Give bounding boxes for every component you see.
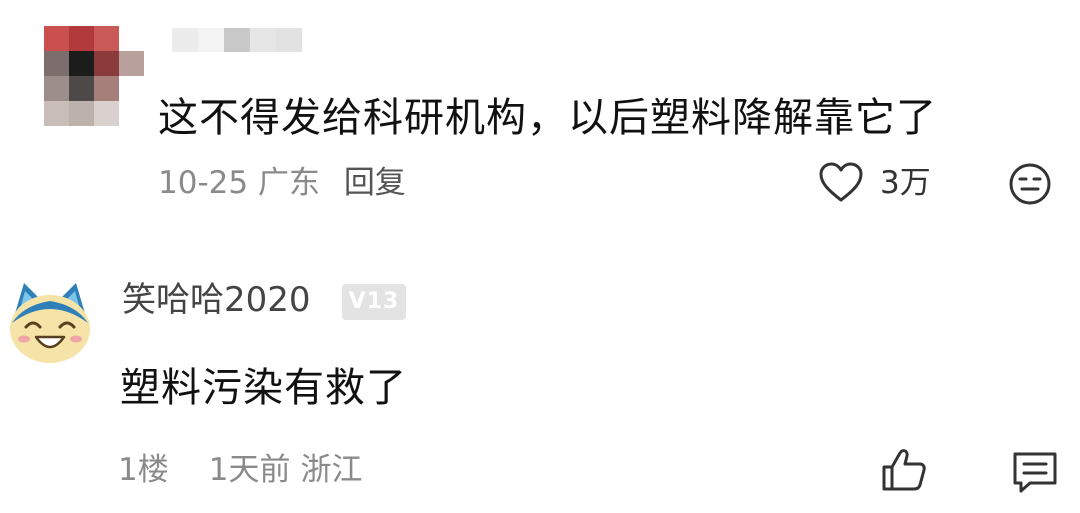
reply-button[interactable]: 回复 [344, 165, 406, 201]
dislike-face-icon[interactable] [1008, 162, 1052, 206]
comment-meta: 10-25 广东 回复 [158, 163, 406, 203]
floor-number: 1楼 [118, 452, 169, 488]
avatar[interactable] [6, 275, 94, 367]
heart-icon[interactable] [818, 162, 864, 204]
comment-time: 1天前 [208, 452, 291, 488]
comment-location: 浙江 [300, 452, 363, 488]
thumbs-up-icon[interactable] [880, 447, 928, 493]
comment-bubble-icon[interactable] [1010, 449, 1060, 495]
level-badge: V13 [342, 284, 406, 320]
comment-date: 10-25 [158, 165, 249, 201]
comment-meta: 1楼 1天前 浙江 [118, 450, 362, 490]
comment-text: 这不得发给科研机构，以后塑料降解靠它了 [158, 95, 937, 141]
comment-text: 塑料污染有救了 [120, 365, 407, 411]
username-blurred[interactable] [172, 28, 302, 52]
comment-location: 广东 [257, 165, 320, 201]
username[interactable]: 笑哈哈2020 [122, 278, 311, 322]
like-count: 3万 [880, 165, 931, 201]
avatar[interactable] [44, 26, 144, 126]
